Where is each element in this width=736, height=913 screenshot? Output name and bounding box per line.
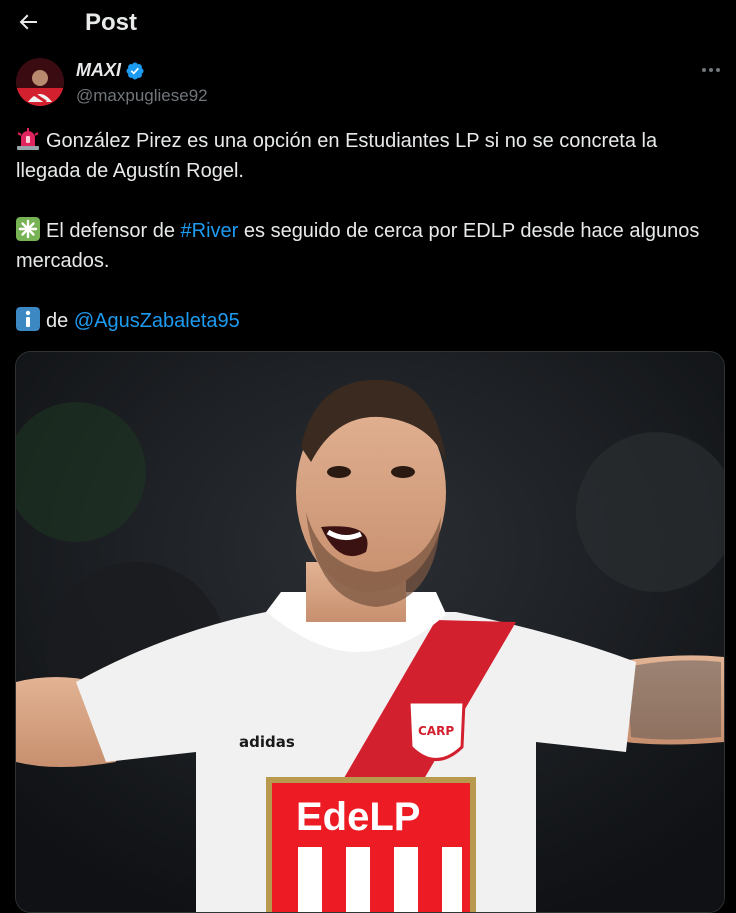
mention-link[interactable]: @AgusZabaleta95	[74, 310, 240, 332]
crest-text: CARP	[418, 724, 454, 738]
sparkle-emoji-icon	[16, 217, 40, 241]
avatar[interactable]	[16, 58, 64, 106]
author-handle[interactable]: @maxpugliese92	[76, 86, 208, 106]
back-arrow-icon[interactable]	[16, 10, 40, 34]
edelp-badge-text: EdeLP	[296, 795, 420, 839]
more-options-icon[interactable]	[696, 58, 726, 82]
tweet-line-3-before: de	[46, 310, 74, 332]
tweet-paragraph-2: El defensor de #River es seguido de cerc…	[16, 216, 720, 276]
hashtag-link[interactable]: #River	[181, 220, 239, 242]
info-emoji-icon	[16, 307, 40, 331]
verified-badge-icon	[126, 61, 144, 80]
tweet-paragraph-1: González Pirez es una opción en Estudian…	[16, 126, 720, 186]
page-title: Post	[85, 9, 138, 36]
siren-emoji-icon	[17, 128, 39, 150]
author-name-row: MAXI	[76, 60, 145, 81]
tweet-line-2-before: El defensor de	[46, 220, 181, 242]
edelp-badge: EdeLP	[266, 777, 476, 912]
tweet-media-image[interactable]: adidas CARP EdeLP	[15, 351, 725, 913]
tweet-line-1: González Pirez es una opción en Estudian…	[16, 130, 658, 182]
tweet-paragraph-3: de @AgusZabaleta95	[16, 306, 720, 336]
jersey-brand: adidas	[239, 733, 295, 751]
author-display-name[interactable]: MAXI	[76, 60, 121, 81]
top-bar: Post	[0, 0, 736, 46]
